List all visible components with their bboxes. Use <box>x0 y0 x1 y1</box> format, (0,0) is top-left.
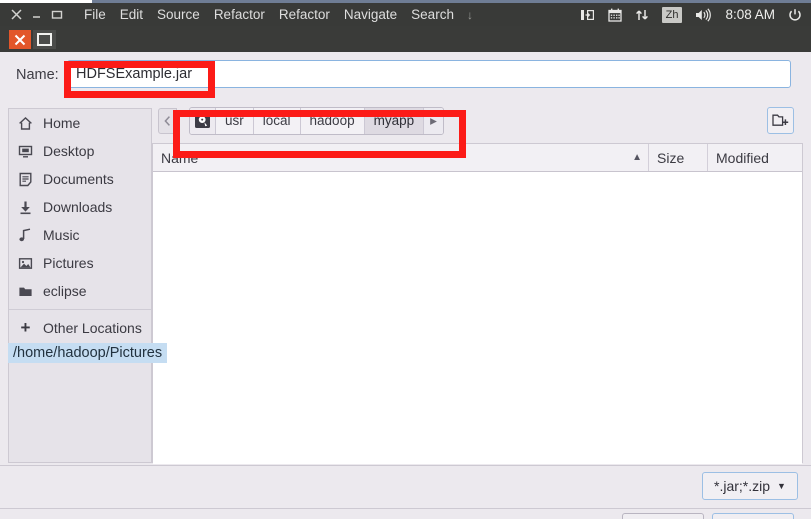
ok-button[interactable]: OK <box>712 513 794 519</box>
dialog-restore-button[interactable] <box>33 30 56 49</box>
window-close-icon[interactable] <box>11 9 22 20</box>
sidebar-item-label-pictures: Pictures <box>43 255 94 271</box>
sidebar-item-home[interactable]: Home <box>9 109 151 137</box>
filter-value: *.jar;*.zip <box>714 478 771 494</box>
sidebar-item-desktop[interactable]: Desktop <box>9 137 151 165</box>
desktop-icon <box>17 143 34 160</box>
app-title-strip <box>0 26 811 52</box>
breadcrumb: usr local hadoop myapp ▸ <box>189 106 444 135</box>
file-save-dialog: Name: Home Desktop <box>0 52 811 519</box>
home-icon <box>17 115 34 132</box>
name-label: Name: <box>16 67 59 83</box>
column-header-size[interactable]: Size <box>648 144 707 171</box>
global-menu-bar: File Edit Source Refactor Refactor Navig… <box>0 3 811 26</box>
column-header-modified[interactable]: Modified <box>707 144 802 171</box>
chooser-panel: Home Desktop Documents Downloads Music P… <box>8 98 803 464</box>
sidebar-item-downloads[interactable]: Downloads <box>9 193 151 221</box>
sidebar-item-label-other-locations: Other Locations <box>43 320 142 336</box>
menu-item-edit[interactable]: Edit <box>120 7 143 22</box>
plus-icon: + <box>20 318 31 337</box>
name-input[interactable] <box>67 60 791 88</box>
sidebar-item-label-eclipse: eclipse <box>43 283 87 299</box>
volume-icon[interactable] <box>695 7 712 22</box>
file-list[interactable]: Name ▲ Size Modified <box>152 143 803 464</box>
folder-icon <box>17 283 34 300</box>
path-back-button[interactable] <box>158 107 177 134</box>
cancel-button[interactable]: Cancel <box>622 513 704 519</box>
breadcrumb-usr[interactable]: usr <box>216 107 254 134</box>
restore-square-icon <box>37 33 52 46</box>
menu-item-refactor-2[interactable]: Refactor <box>279 7 330 22</box>
system-tray: Zh 8:08 AM <box>580 6 811 23</box>
menu-item-navigate[interactable]: Navigate <box>344 7 397 22</box>
menu-item-file[interactable]: File <box>84 7 106 22</box>
sidebar-item-label-desktop: Desktop <box>43 143 95 159</box>
sidebar-item-label-home: Home <box>43 115 81 131</box>
music-icon <box>17 227 34 244</box>
new-folder-button[interactable] <box>767 107 794 134</box>
network-updown-icon[interactable] <box>635 8 649 22</box>
breadcrumb-myapp[interactable]: myapp <box>364 107 425 134</box>
sidebar-item-label-music: Music <box>43 227 80 243</box>
sidebar-item-documents[interactable]: Documents <box>9 165 151 193</box>
chevron-down-icon: ▼ <box>777 481 786 491</box>
sidebar-divider <box>9 309 151 310</box>
downloads-icon <box>17 199 34 216</box>
sidebar-item-eclipse[interactable]: eclipse <box>9 277 151 305</box>
file-list-body[interactable] <box>153 172 802 464</box>
file-type-filter-dropdown[interactable]: *.jar;*.zip ▼ <box>702 472 798 500</box>
menu-item-search[interactable]: Search <box>411 7 454 22</box>
breadcrumb-forward-button[interactable]: ▸ <box>424 107 443 134</box>
sidebar-item-label-documents: Documents <box>43 171 114 187</box>
dialog-footer: Cancel OK <box>0 508 811 519</box>
input-method-indicator[interactable]: Zh <box>661 6 683 23</box>
window-minimize-icon[interactable] <box>31 9 42 20</box>
power-icon[interactable] <box>788 8 802 22</box>
path-tooltip: /home/hadoop/Pictures <box>8 343 168 363</box>
window-maximize-icon[interactable] <box>51 9 63 20</box>
screen: File Edit Source Refactor Refactor Navig… <box>0 0 811 519</box>
documents-icon <box>17 171 34 188</box>
name-row: Name: <box>0 52 811 98</box>
places-sidebar: Home Desktop Documents Downloads Music P… <box>8 108 152 463</box>
window-controls <box>0 9 63 20</box>
menu-overflow-icon[interactable]: ↓ <box>467 8 473 22</box>
filter-row: *.jar;*.zip ▼ <box>0 465 811 509</box>
breadcrumb-local[interactable]: local <box>253 107 301 134</box>
sidebar-item-other-locations[interactable]: + Other Locations <box>9 314 151 342</box>
path-bar: usr local hadoop myapp ▸ <box>152 98 803 143</box>
menu-item-list: File Edit Source Refactor Refactor Navig… <box>84 7 454 22</box>
menu-item-refactor-1[interactable]: Refactor <box>214 7 265 22</box>
browser-pane: usr local hadoop myapp ▸ Name ▲ Size Mod… <box>152 98 803 464</box>
pictures-icon <box>17 255 34 272</box>
dialog-close-button[interactable] <box>9 30 31 49</box>
panel-layout-icon[interactable] <box>580 8 595 22</box>
sidebar-item-music[interactable]: Music <box>9 221 151 249</box>
sidebar-item-label-downloads: Downloads <box>43 199 113 215</box>
breadcrumb-hadoop[interactable]: hadoop <box>300 107 365 134</box>
calendar-icon[interactable] <box>607 8 622 22</box>
column-header-name[interactable]: Name <box>153 144 624 171</box>
sidebar-item-pictures[interactable]: Pictures <box>9 249 151 277</box>
sort-ascending-icon[interactable]: ▲ <box>624 144 648 171</box>
clock[interactable]: 8:08 AM <box>725 7 775 22</box>
breadcrumb-filesystem-icon[interactable] <box>190 107 216 134</box>
file-list-header: Name ▲ Size Modified <box>153 144 802 172</box>
menu-item-source[interactable]: Source <box>157 7 200 22</box>
